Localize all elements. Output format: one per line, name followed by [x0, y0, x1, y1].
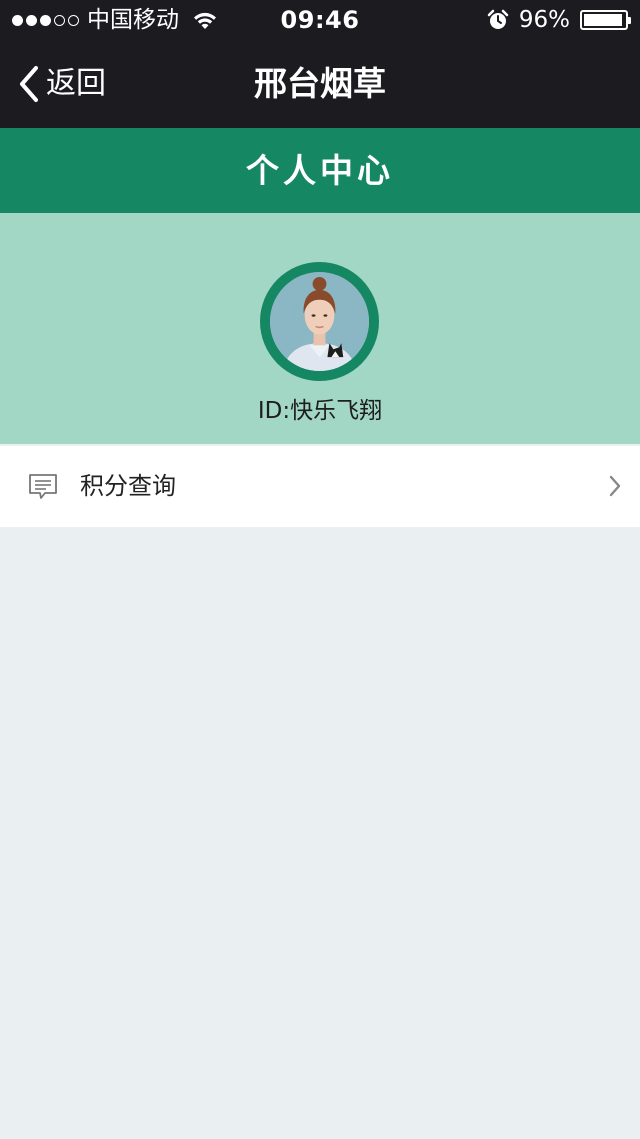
page-title: 邢台烟草 [254, 64, 386, 103]
empty-content-area [0, 527, 640, 1139]
section-header: 个人中心 [0, 128, 640, 213]
avatar[interactable] [270, 272, 369, 371]
user-id: ID:快乐飞翔 [257, 398, 383, 424]
avatar-ring [260, 262, 379, 381]
profile-card: ID:快乐飞翔 [0, 213, 640, 444]
status-right: 96% [487, 5, 631, 35]
menu-item-points-query[interactable]: 积分查询 [0, 446, 640, 527]
navigation-bar: 返回 邢台烟草 [0, 40, 640, 128]
status-bar: 中国移动 09:46 96% [0, 0, 640, 40]
battery-icon [580, 10, 631, 30]
battery-percentage: 96% [518, 7, 570, 33]
avatar-image [270, 272, 369, 371]
menu-item-label: 积分查询 [80, 472, 176, 500]
message-icon [29, 474, 57, 499]
chevron-right-icon [609, 475, 621, 497]
alarm-icon [487, 9, 509, 29]
battery-level [584, 14, 623, 26]
